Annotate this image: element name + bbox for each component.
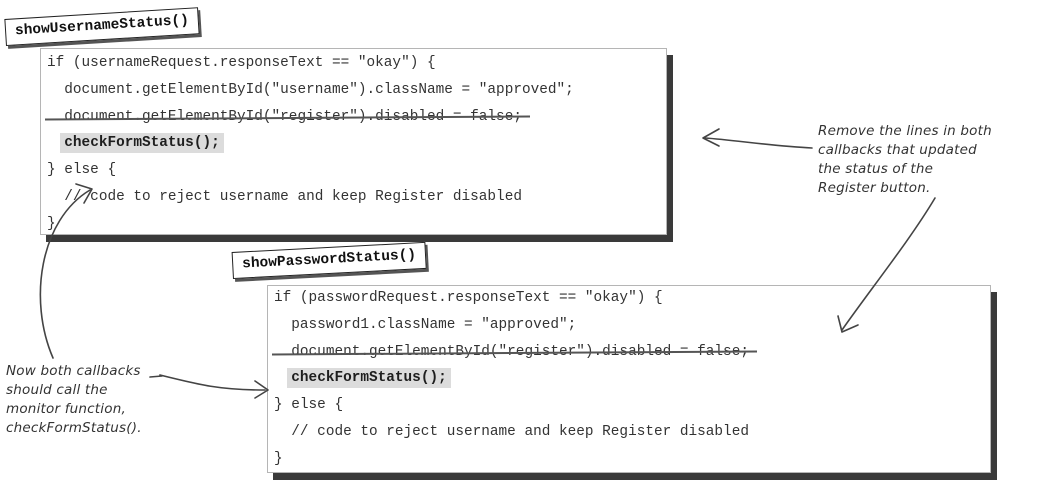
arrowhead-icon: [837, 315, 859, 333]
arrow-to-check-call-1: [39, 189, 91, 359]
annotated-code-diagram: if (usernameRequest.responseText == "oka…: [0, 0, 1053, 481]
arrow-to-check-call-2: [159, 374, 266, 391]
arrow-tail: [149, 375, 163, 378]
arrow-to-struck-line-1: [704, 137, 813, 149]
arrowhead-icon: [702, 128, 720, 147]
annotation-arrows: [39, 128, 936, 399]
arrow-to-struck-line-2: [841, 197, 936, 331]
